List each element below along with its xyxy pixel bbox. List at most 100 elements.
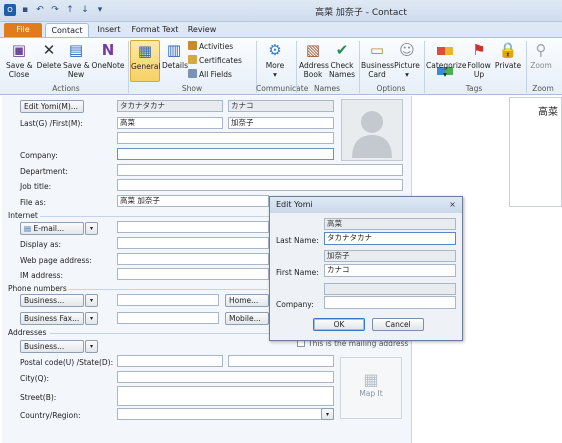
addresses-section-title: Addresses xyxy=(8,328,47,337)
country-region-field[interactable] xyxy=(117,408,334,420)
state-field[interactable] xyxy=(228,355,334,367)
group-label-show: Show xyxy=(181,84,203,93)
web-page-field[interactable] xyxy=(117,253,269,265)
onenote-button[interactable]: N OneNote xyxy=(91,40,125,70)
categorize-button[interactable]: Categorize ▾ xyxy=(426,40,466,79)
group-label-tags: Tags xyxy=(465,84,483,93)
address-book-icon: ▧ xyxy=(305,41,321,59)
dialog-cancel-button[interactable]: Cancel xyxy=(372,318,424,331)
dialog-title: Edit Yomi xyxy=(276,200,313,209)
postal-code-field[interactable] xyxy=(117,355,223,367)
activities-label: Activities xyxy=(199,42,234,51)
business-card-button[interactable]: ▭ Business Card xyxy=(361,40,394,79)
edit-yomi-button[interactable]: Edit Yomi(M)... xyxy=(20,100,84,113)
first-name-field[interactable]: 加奈子 xyxy=(228,117,334,129)
tab-insert[interactable]: Insert xyxy=(92,23,126,38)
tab-review[interactable]: Review xyxy=(184,23,220,38)
all-fields-label: All Fields xyxy=(199,70,232,79)
group-label-zoom: Zoom xyxy=(532,84,554,93)
country-region-label: Country/Region: xyxy=(20,411,81,420)
tab-format-text[interactable]: Format Text xyxy=(130,23,180,38)
general-button[interactable]: ▦ General xyxy=(130,40,161,82)
zoom-button[interactable]: ⚲ Zoom xyxy=(528,40,554,70)
yomi-first-field[interactable]: カナコ xyxy=(228,100,334,112)
more-label: More xyxy=(265,61,285,70)
group-label-options: Options xyxy=(376,84,406,93)
close-icon[interactable]: × xyxy=(447,200,458,210)
dialog-company-field[interactable] xyxy=(324,296,456,309)
categorize-icon xyxy=(435,40,455,75)
follow-up-button[interactable]: ⚑ Follow Up xyxy=(465,40,493,79)
save-new-button[interactable]: ▤ Save & New xyxy=(63,40,90,79)
ribbon: ▣ Save & Close ✕ Delete ▤ Save & New N O… xyxy=(0,37,562,95)
certificates-button[interactable]: Certificates xyxy=(188,55,242,66)
file-as-label: File as: xyxy=(20,198,46,207)
delete-icon: ✕ xyxy=(42,41,56,59)
dialog-first-name-yomi-field[interactable]: カナコ xyxy=(324,264,456,277)
address-book-button[interactable]: ▧ Address Book xyxy=(299,40,329,79)
address-dropdown[interactable]: ▾ xyxy=(85,340,98,353)
contact-photo[interactable] xyxy=(341,99,403,161)
email-button-label: E-mail... xyxy=(33,224,65,233)
picture-button[interactable]: ☺ Picture ▾ xyxy=(394,40,420,79)
street-field[interactable] xyxy=(117,386,334,406)
address-business-button[interactable]: Business... xyxy=(20,340,84,353)
phone-business-field[interactable] xyxy=(117,294,219,306)
display-as-field[interactable] xyxy=(117,237,269,249)
dialog-first-name-kanji: 加奈子 xyxy=(324,250,456,262)
city-label: City(Q): xyxy=(20,374,49,383)
flag-icon: ⚑ xyxy=(472,41,486,59)
onenote-icon: N xyxy=(101,41,115,59)
phone-fax-dropdown[interactable]: ▾ xyxy=(85,312,98,325)
country-dropdown[interactable]: ▾ xyxy=(321,408,334,420)
activities-button[interactable]: Activities xyxy=(188,41,233,52)
display-as-label: Display as: xyxy=(20,240,62,249)
phone-business-dropdown[interactable]: ▾ xyxy=(85,294,98,307)
email-field[interactable] xyxy=(117,221,269,233)
phone-home-button[interactable]: Home... xyxy=(225,294,269,307)
phone-business-button[interactable]: Business... xyxy=(20,294,84,307)
dialog-company-label: Company: xyxy=(276,300,314,309)
im-address-label: IM address: xyxy=(20,271,64,280)
more-dropdown-icon: ▾ xyxy=(273,70,277,79)
phone-business-fax-button[interactable]: Business Fax... xyxy=(20,312,84,325)
full-name-extra-field[interactable] xyxy=(117,132,334,144)
all-fields-button[interactable]: All Fields xyxy=(188,69,232,80)
dialog-title-bar: Edit Yomi xyxy=(270,197,462,213)
delete-button[interactable]: ✕ Delete xyxy=(36,40,62,70)
tab-contact[interactable]: Contact xyxy=(45,23,89,38)
company-field[interactable] xyxy=(117,148,334,160)
business-card-icon: ▭ xyxy=(369,41,385,59)
private-button[interactable]: 🔒 Private xyxy=(494,40,522,70)
dialog-ok-button[interactable]: OK xyxy=(313,318,365,331)
dialog-company-reading xyxy=(324,283,456,295)
delete-label: Delete xyxy=(36,61,62,70)
job-title-field[interactable] xyxy=(117,179,403,191)
im-address-field[interactable] xyxy=(117,268,269,280)
check-names-button[interactable]: ✔ Check Names xyxy=(328,40,356,79)
zoom-label: Zoom xyxy=(530,61,552,70)
check-names-label: Check Names xyxy=(328,61,356,79)
postal-state-label: Postal code(U) /State(D): xyxy=(20,358,114,367)
phone-section-title: Phone numbers xyxy=(8,284,67,293)
email-button[interactable]: ▤ E-mail... xyxy=(20,222,84,235)
email-dropdown[interactable]: ▾ xyxy=(85,222,98,235)
private-label: Private xyxy=(494,61,522,70)
more-button[interactable]: ⚙ More ▾ xyxy=(258,40,292,79)
details-button[interactable]: ▥ Details xyxy=(162,40,188,70)
map-it-button[interactable]: ▦ Map It xyxy=(340,357,402,419)
department-field[interactable] xyxy=(117,164,403,176)
city-field[interactable] xyxy=(117,371,334,383)
job-title-label: Job title: xyxy=(20,182,52,191)
group-label-actions: Actions xyxy=(52,84,80,93)
yomi-last-field[interactable]: タカナタカナ xyxy=(117,100,223,112)
phone-business-fax-field[interactable] xyxy=(117,312,219,324)
file-as-field[interactable]: 高菜 加奈子 xyxy=(117,195,269,207)
save-close-button[interactable]: ▣ Save & Close xyxy=(6,40,33,79)
tab-file[interactable]: File xyxy=(4,23,42,38)
group-separator xyxy=(128,41,129,93)
phone-mobile-button[interactable]: Mobile... xyxy=(225,312,269,325)
dialog-last-name-yomi-field[interactable]: タカナタカナ xyxy=(324,232,456,245)
last-name-field[interactable]: 高菜 xyxy=(117,117,223,129)
picture-icon: ☺ xyxy=(399,41,415,59)
